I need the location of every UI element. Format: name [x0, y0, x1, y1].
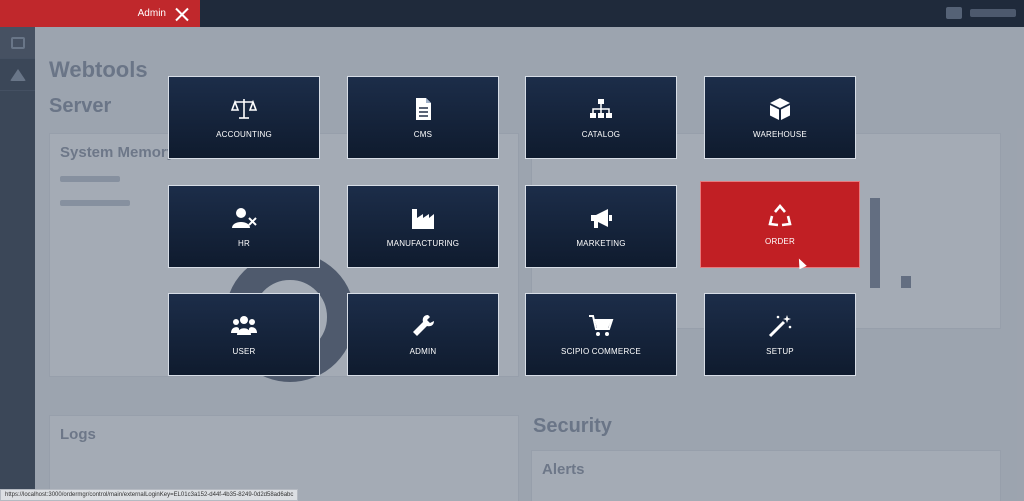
tile-cms[interactable]: CMS: [347, 76, 499, 159]
tile-manufacturing[interactable]: MANUFACTURING: [347, 185, 499, 268]
user-menu[interactable]: [946, 7, 1016, 19]
tile-label: ACCOUNTING: [216, 130, 272, 139]
tile-label: SCIPIO COMMERCE: [561, 347, 641, 356]
tile-accounting[interactable]: ACCOUNTING: [168, 76, 320, 159]
modal-overlay: [0, 27, 1024, 501]
close-icon[interactable]: [174, 6, 190, 22]
tile-label: USER: [232, 347, 256, 356]
users-icon: [231, 313, 257, 339]
tile-label: HR: [238, 239, 250, 248]
tile-hr[interactable]: HR: [168, 185, 320, 268]
factory-icon: [410, 205, 436, 231]
status-url: https://localhost:3000/ordermgr/control/…: [0, 489, 299, 501]
balance-scale-icon: [231, 96, 257, 122]
tile-user[interactable]: USER: [168, 293, 320, 376]
tile-label: CATALOG: [581, 130, 621, 139]
megaphone-icon: [588, 205, 614, 231]
tile-scipio-commerce[interactable]: SCIPIO COMMERCE: [525, 293, 677, 376]
tile-label: ORDER: [765, 237, 795, 246]
tile-setup[interactable]: SETUP: [704, 293, 856, 376]
notification-icon[interactable]: [946, 7, 962, 19]
tile-admin[interactable]: ADMIN: [347, 293, 499, 376]
magic-wand-icon: [767, 313, 793, 339]
user-remove-icon: [231, 205, 257, 231]
sitemap-icon: [588, 96, 614, 122]
tile-label: WAREHOUSE: [753, 130, 807, 139]
tile-label: SETUP: [766, 347, 794, 356]
cart-icon: [588, 313, 614, 339]
app-switcher-label: Admin: [137, 8, 166, 19]
tile-warehouse[interactable]: WAREHOUSE: [704, 76, 856, 159]
tile-catalog[interactable]: CATALOG: [525, 76, 677, 159]
recycle-icon: [767, 203, 793, 229]
tile-order[interactable]: ORDER: [700, 181, 860, 268]
top-bar: Admin: [0, 0, 1024, 27]
tile-label: ADMIN: [409, 347, 437, 356]
tile-label: MANUFACTURING: [386, 239, 460, 248]
document-icon: [410, 96, 436, 122]
app-switcher-tab[interactable]: Admin: [0, 0, 200, 27]
tile-marketing[interactable]: MARKETING: [525, 185, 677, 268]
cube-icon: [767, 96, 793, 122]
tile-label: MARKETING: [576, 239, 626, 248]
user-avatar[interactable]: [970, 9, 1016, 17]
tile-label: CMS: [413, 130, 433, 139]
wrench-icon: [410, 313, 436, 339]
